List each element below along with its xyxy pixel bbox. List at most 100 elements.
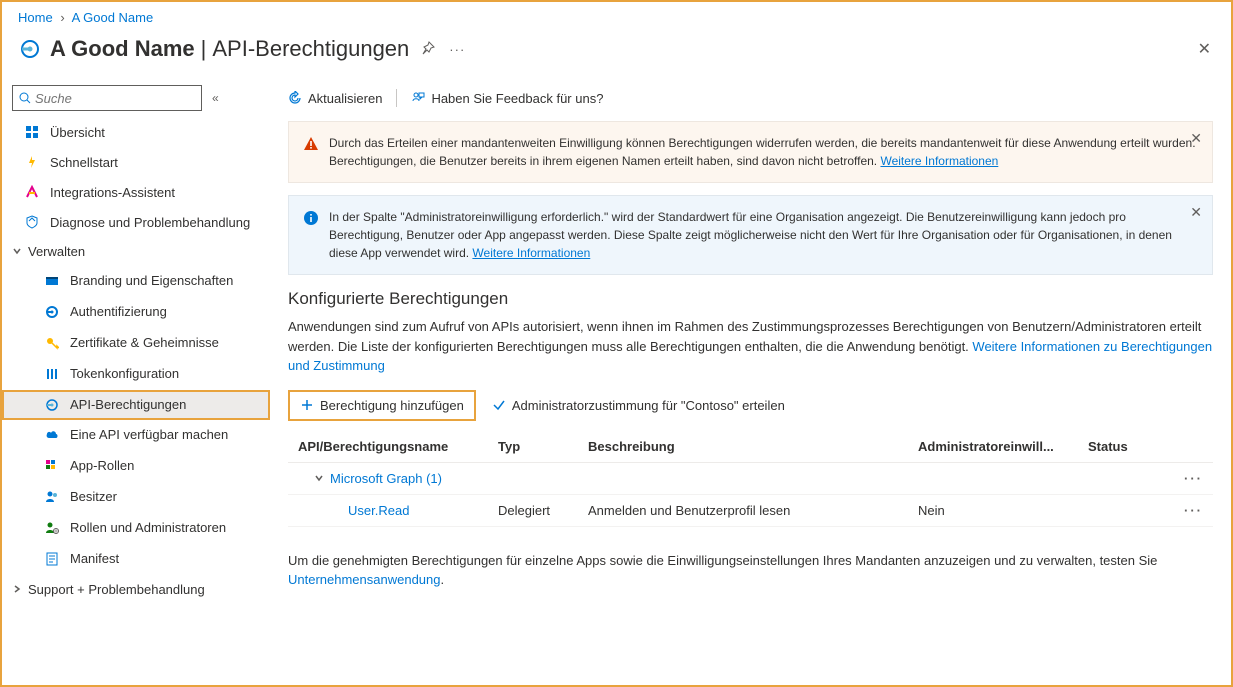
main-content: Aktualisieren Haben Sie Feedback für uns… (270, 79, 1231, 684)
nav-integration[interactable]: Integrations-Assistent (2, 177, 270, 207)
grant-consent-button[interactable]: Administratorzustimmung für "Contoso" er… (492, 398, 785, 413)
grant-consent-label: Administratorzustimmung für "Contoso" er… (512, 398, 785, 413)
chevron-down-icon (314, 471, 324, 486)
info-icon (303, 210, 319, 226)
quickstart-icon (24, 154, 40, 170)
warning-link[interactable]: Weitere Informationen (880, 154, 998, 168)
certs-icon (44, 335, 60, 351)
nav-section-manage[interactable]: Verwalten (2, 237, 270, 266)
nav-manifest-label: Manifest (70, 551, 119, 568)
group-label: Microsoft Graph (1) (330, 471, 442, 486)
warning-alert: Durch das Erteilen einer mandantenweiten… (288, 121, 1213, 183)
pin-icon[interactable] (421, 41, 435, 58)
nav-diagnose[interactable]: Diagnose und Problembehandlung (2, 207, 270, 237)
breadcrumb: Home › A Good Name (2, 2, 1231, 29)
action-row: Berechtigung hinzufügen Administratorzus… (288, 390, 1213, 421)
nav-app-roles-label: App-Rollen (70, 458, 134, 475)
warning-icon (303, 136, 319, 152)
permission-more-button[interactable]: ··· (1184, 503, 1203, 518)
nav-api-permissions[interactable]: API-Berechtigungen (2, 390, 270, 421)
page-title-app: A Good Name (50, 36, 195, 62)
branding-icon (44, 273, 60, 289)
info-close[interactable]: ✕ (1190, 204, 1202, 221)
nav-owners-label: Besitzer (70, 489, 117, 506)
nav-manifest[interactable]: Manifest (2, 544, 270, 575)
overview-icon (24, 124, 40, 140)
add-permission-label: Berechtigung hinzufügen (320, 398, 464, 413)
col-description[interactable]: Beschreibung (578, 431, 908, 463)
permissions-table: API/Berechtigungsname Typ Beschreibung A… (288, 431, 1213, 527)
sidebar: « Übersicht Schnellstart Integrations-As… (2, 79, 270, 684)
page-title-separator: | (201, 36, 207, 62)
add-permission-button[interactable]: Berechtigung hinzufügen (288, 390, 476, 421)
group-more-button[interactable]: ··· (1184, 471, 1203, 486)
table-group-row[interactable]: Microsoft Graph (1) ··· (288, 462, 1213, 494)
nav-certs[interactable]: Zertifikate & Geheimnisse (2, 328, 270, 359)
nav-overview[interactable]: Übersicht (2, 117, 270, 147)
refresh-label: Aktualisieren (308, 91, 382, 106)
breadcrumb-separator: › (60, 10, 64, 25)
nav-certs-label: Zertifikate & Geheimnisse (70, 335, 219, 352)
plus-icon (300, 398, 314, 412)
feedback-label: Haben Sie Feedback für uns? (431, 91, 603, 106)
section-description: Anwendungen sind zum Aufruf von APIs aut… (288, 317, 1213, 376)
nav-branding-label: Branding und Eigenschaften (70, 273, 233, 290)
owners-icon (44, 489, 60, 505)
permission-type: Delegiert (488, 494, 578, 526)
api-permissions-icon (44, 397, 60, 413)
breadcrumb-home[interactable]: Home (18, 10, 53, 25)
search-input[interactable] (31, 91, 195, 106)
close-button[interactable]: ✕ (1194, 35, 1215, 63)
section-title: Konfigurierte Berechtigungen (288, 289, 1213, 309)
col-type[interactable]: Typ (488, 431, 578, 463)
chevron-right-icon (12, 582, 22, 597)
info-alert: In der Spalte "Administratoreinwilligung… (288, 195, 1213, 275)
col-admin-consent[interactable]: Administratoreinwill... (908, 431, 1078, 463)
col-api-name[interactable]: API/Berechtigungsname (288, 431, 488, 463)
permission-admin-consent: Nein (908, 494, 1078, 526)
collapse-sidebar-icon[interactable]: « (212, 91, 217, 105)
roles-admins-icon (44, 520, 60, 536)
nav-roles-admins-label: Rollen und Administratoren (70, 520, 226, 537)
col-status[interactable]: Status (1078, 431, 1158, 463)
nav-auth[interactable]: Authentifizierung (2, 297, 270, 328)
warning-close[interactable]: ✕ (1190, 130, 1202, 147)
nav-token-label: Tokenkonfiguration (70, 366, 179, 383)
nav-section-support[interactable]: Support + Problembehandlung (2, 575, 270, 604)
nav-api-permissions-label: API-Berechtigungen (70, 397, 186, 414)
nav-owners[interactable]: Besitzer (2, 482, 270, 513)
nav-quickstart[interactable]: Schnellstart (2, 147, 270, 177)
nav-quickstart-label: Schnellstart (50, 155, 118, 170)
permission-name[interactable]: User.Read (348, 503, 409, 518)
search-input-container[interactable] (12, 85, 202, 111)
nav-token[interactable]: Tokenkonfiguration (2, 359, 270, 390)
refresh-button[interactable]: Aktualisieren (288, 91, 382, 106)
footer-link[interactable]: Unternehmensanwendung (288, 572, 441, 587)
nav-app-roles[interactable]: App-Rollen (2, 451, 270, 482)
table-permission-row: User.Read Delegiert Anmelden und Benutze… (288, 494, 1213, 526)
integration-icon (24, 184, 40, 200)
refresh-icon (288, 91, 302, 105)
permission-description: Anmelden und Benutzerprofil lesen (578, 494, 908, 526)
nav-expose-api[interactable]: Eine API verfügbar machen (2, 420, 270, 451)
breadcrumb-current[interactable]: A Good Name (72, 10, 154, 25)
app-roles-icon (44, 458, 60, 474)
nav-expose-api-label: Eine API verfügbar machen (70, 427, 228, 444)
app-registration-icon (18, 37, 42, 61)
more-icon[interactable]: ··· (449, 42, 465, 57)
token-icon (44, 366, 60, 382)
auth-icon (44, 304, 60, 320)
page-title-section: API-Berechtigungen (212, 36, 409, 62)
nav-integration-label: Integrations-Assistent (50, 185, 175, 200)
manifest-icon (44, 551, 60, 567)
info-link[interactable]: Weitere Informationen (472, 246, 590, 260)
nav-branding[interactable]: Branding und Eigenschaften (2, 266, 270, 297)
feedback-button[interactable]: Haben Sie Feedback für uns? (411, 91, 603, 106)
diagnose-icon (24, 214, 40, 230)
feedback-icon (411, 91, 425, 105)
footer-text: Um die genehmigten Berechtigungen für ei… (288, 551, 1213, 590)
permission-status (1078, 494, 1158, 526)
nav-roles-admins[interactable]: Rollen und Administratoren (2, 513, 270, 544)
nav-overview-label: Übersicht (50, 125, 105, 140)
nav-diagnose-label: Diagnose und Problembehandlung (50, 215, 250, 230)
